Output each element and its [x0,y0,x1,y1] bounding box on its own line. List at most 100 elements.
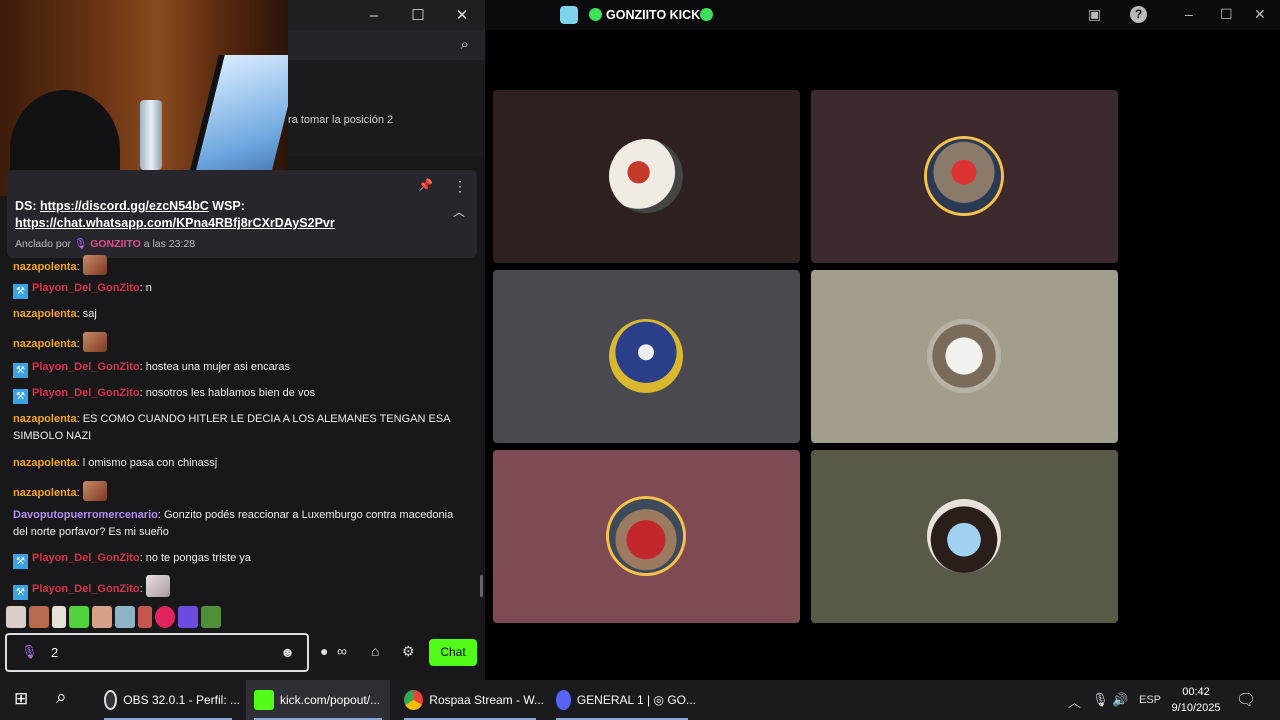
maximize-button[interactable]: ☐ [396,0,440,30]
chat-message: ⚒ Playon_Del_GonZito: n [13,280,152,299]
participant-avatar [609,139,683,213]
participant-tile[interactable] [493,270,800,443]
minimize-button[interactable]: – [352,0,396,30]
taskbar-item-chrome[interactable]: Rospaa Stream - W... [396,680,544,720]
whatsapp-link[interactable]: https://chat.whatsapp.com/KPna4RBfj8rCXr… [15,216,335,230]
chat-username[interactable]: Playon_Del_GonZito [32,361,140,373]
chat-scrollbar[interactable] [480,575,483,597]
emote-shortcut[interactable] [92,606,112,628]
participant-tile[interactable] [811,450,1118,623]
close-button[interactable]: ✕ [1254,6,1266,23]
maximize-button[interactable]: ☐ [1220,6,1233,23]
taskbar-item-kick[interactable]: kick.com/popout/... [246,680,390,720]
subscription-notice: ra tomar la posición 2 [288,60,485,156]
channel-name: GONZIITO KICK [606,8,701,22]
pinned-by-user[interactable]: GONZIITO [90,238,141,250]
clock-date: 9/10/2025 [1171,702,1221,714]
emote-image [82,255,107,275]
app-icon [560,6,578,24]
emote-shortcut[interactable] [201,606,221,628]
chat-input-value: 2 [51,645,59,660]
moderator-badge-icon: ⚒ [13,554,28,569]
points-icon[interactable]: ● [320,643,328,659]
chat-message: nazapolenta: [13,481,107,502]
emote-shortcut[interactable] [178,606,198,628]
emote-shortcut[interactable] [52,606,66,628]
chat-message: nazapolenta: ES COMO CUANDO HITLER LE DE… [13,413,450,442]
close-button[interactable]: ✕ [440,0,484,30]
chat-username[interactable]: Playon_Del_GonZito [32,387,140,399]
emote-shortcut[interactable] [29,606,49,628]
chat-username[interactable]: Playon_Del_GonZito [32,552,140,564]
taskbar: ⊞ ⌕ OBS 32.0.1 - Perfil: ... kick.com/po… [0,680,1280,720]
participant-avatar [609,499,683,573]
chat-message: ⚒ Playon_Del_GonZito: hostea una mujer as… [13,359,290,378]
system-clock[interactable]: 00:42 9/10/2025 [1168,684,1224,716]
chat-message: Davoputopuerromercenario: Gonzito podés … [13,509,454,538]
minimize-button[interactable]: – [1185,6,1193,22]
emote-image [82,332,107,352]
chat-username[interactable]: nazapolenta [13,413,77,425]
pinned-line-1: DS: https://discord.gg/ezcN54bC WSP: [15,199,245,213]
mic-icon: 🎙 [73,238,91,250]
chat-input[interactable]: 🎙 2 ☻ [5,633,309,672]
participant-tile[interactable] [493,450,800,623]
taskbar-item-obs[interactable]: OBS 32.0.1 - Perfil: ... [96,680,240,720]
emote-shortcut[interactable] [6,606,26,628]
participant-avatar [927,319,1001,393]
chat-username[interactable]: Playon_Del_GonZito [32,583,140,595]
call-titlebar: GONZIITO KICK ▣ ? – ☐ ✕ [485,0,1280,30]
help-icon[interactable]: ? [1130,6,1147,23]
moderator-badge-icon: ⚒ [13,284,28,299]
search-icon[interactable]: ⌕ [56,687,67,709]
chat-message: nazapolenta: l omismo pasa con chinassj [13,457,218,469]
chevron-up-icon[interactable]: ︿ [453,203,465,220]
participant-tile[interactable] [493,90,800,263]
mic-icon[interactable]: 🎙 [21,644,38,660]
participant-tile[interactable] [811,90,1118,263]
pin-icon[interactable]: 📌 [418,178,433,192]
chat-send-button[interactable]: Chat [429,639,477,666]
moderator-badge-icon: ⚒ [13,585,28,600]
gear-icon[interactable]: ⚙ [402,643,415,660]
language-indicator[interactable]: ESP [1139,694,1161,706]
chat-username[interactable]: Davoputopuerromercenario [13,509,158,521]
discord-link[interactable]: https://discord.gg/ezcN54bC [40,199,209,213]
chat-username[interactable]: nazapolenta [13,457,77,469]
emote-image [145,575,170,597]
emote-shortcut[interactable] [138,606,152,628]
chat-username[interactable]: nazapolenta [13,308,77,320]
microphone-icon[interactable]: 🎙 [1092,692,1109,708]
search-icon[interactable]: ⌕ [461,36,469,53]
infinity-icon[interactable]: ∞ [337,643,347,659]
chat-search-bar[interactable]: ⌕ [288,30,485,60]
chat-message: nazapolenta: [13,255,107,276]
participant-tile[interactable] [811,270,1118,443]
inbox-icon[interactable]: ▣ [1088,6,1101,23]
subscription-notice-text: ra tomar la posición 2 [288,114,394,126]
chat-message: ⚒ Playon_Del_GonZito: [13,575,170,600]
windows-start-icon[interactable]: ⊞ [14,689,28,709]
emote-image [82,481,107,501]
chevron-up-icon[interactable]: ︿ [1068,692,1081,711]
emote-shortcut[interactable] [115,606,135,628]
participant-avatar [927,499,1001,573]
chat-username[interactable]: nazapolenta [13,338,77,350]
store-icon[interactable]: ⌂ [371,643,379,659]
emote-shortcut[interactable] [69,606,89,628]
emote-shortcut[interactable] [155,606,175,628]
discord-icon [556,690,571,710]
emoji-icon[interactable]: ☻ [280,644,295,660]
chat-window: – ☐ ✕ ⌕ ra tomar la posición 2 📌 ⋮ ︿ DS:… [0,0,485,680]
volume-icon[interactable]: 🔊 [1112,692,1128,708]
notifications-icon[interactable]: 🗨 [1236,690,1256,710]
chat-username[interactable]: nazapolenta [13,261,77,273]
recent-emotes-bar [6,606,221,630]
chat-username[interactable]: nazapolenta [13,487,77,499]
taskbar-item-discord[interactable]: GENERAL 1 | ◎ GO... [548,680,696,720]
chat-username[interactable]: Playon_Del_GonZito [32,282,140,294]
more-options-icon[interactable]: ⋮ [453,178,467,195]
pinned-meta: Anclado por 🎙 GONZIITO a las 23:28 [15,238,196,250]
can-object [140,100,162,170]
chat-message: ⚒ Playon_Del_GonZito: no te pongas triste… [13,550,251,569]
